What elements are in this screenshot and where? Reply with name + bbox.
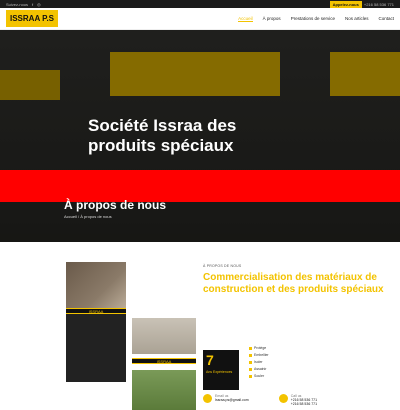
list-item: Souler xyxy=(249,374,269,378)
bullet-icon xyxy=(249,360,252,364)
nav-item-contact[interactable]: Contact xyxy=(378,16,394,22)
facebook-icon[interactable]: f xyxy=(32,2,33,7)
nav-item-accueil[interactable]: Accueil xyxy=(238,16,253,22)
list-item: Assainir xyxy=(249,367,269,371)
contact-row: Email us Issraa.ps@gmail.com Call us +21… xyxy=(203,394,393,406)
section-title: Commercialisation des matériaux de const… xyxy=(203,272,384,295)
nav-item-prestations[interactable]: Prestations de service xyxy=(291,16,335,22)
list-item: Protège xyxy=(249,346,269,350)
list-item: Embellier xyxy=(249,353,269,357)
features-list: Protège Embellier Isoler Assainir Souler xyxy=(249,346,269,381)
experience-years: 7 xyxy=(206,352,214,368)
bullet-icon xyxy=(249,367,252,371)
about-section: ISSRAA ISSRAA À PROPOS DE NOUS Commercia… xyxy=(0,242,400,410)
email-icon xyxy=(203,394,212,403)
email-value[interactable]: Issraa.ps@gmail.com xyxy=(215,398,249,402)
red-band xyxy=(0,170,400,202)
roof-roller-image xyxy=(66,314,126,382)
email-contact[interactable]: Email us Issraa.ps@gmail.com xyxy=(203,394,249,406)
phone-value[interactable]: +216 58 536 771 +216 58 536 771 xyxy=(291,398,317,406)
main-nav: Accueil À propos Prestations de service … xyxy=(238,16,394,22)
instagram-icon[interactable]: ◎ xyxy=(37,2,41,7)
about-images: ISSRAA ISSRAA xyxy=(66,262,196,410)
section-kicker: À PROPOS DE NOUS xyxy=(203,264,242,268)
list-item: Isoler xyxy=(249,360,269,364)
phone-number[interactable]: +216 58 536 771 xyxy=(364,2,394,7)
hero-title: Société Issraa des produits spéciaux xyxy=(88,116,237,155)
bullet-icon xyxy=(249,374,252,378)
nav-item-a-propos[interactable]: À propos xyxy=(263,16,281,22)
breadcrumb[interactable]: Accueil / À propos de nous xyxy=(64,214,112,219)
experience-box: 7 Ans Expériences xyxy=(203,350,239,390)
about-text: À PROPOS DE NOUS Commercialisation des m… xyxy=(203,264,393,406)
phone-contact[interactable]: Call us +216 58 536 771 +216 58 536 771 xyxy=(278,394,317,406)
bullet-icon xyxy=(249,353,252,357)
page-title: À propos de nous xyxy=(64,198,166,212)
garden-image xyxy=(132,370,196,410)
top-bar: Suivez-nous f ◎ Appelez-nous +216 58 536… xyxy=(0,0,400,8)
follow-us-text: Suivez-nous xyxy=(6,1,29,7)
membrane-image xyxy=(132,318,196,354)
worker-image xyxy=(66,262,126,312)
site-logo[interactable]: ISSRAA P.S xyxy=(6,10,59,27)
site-header: ISSRAA P.S Accueil À propos Prestations … xyxy=(0,8,400,30)
call-us-label: Appelez-nous xyxy=(332,1,359,7)
experience-label: Ans Expériences xyxy=(206,370,233,374)
phone-icon xyxy=(278,394,288,403)
brand-strip-2: ISSRAA xyxy=(132,358,196,364)
nav-item-nos-articles[interactable]: Nos articles xyxy=(345,16,369,22)
hero-section: Société Issraa des produits spéciaux À p… xyxy=(0,30,400,242)
call-us-badge[interactable]: Appelez-nous xyxy=(329,0,362,8)
bullet-icon xyxy=(249,346,252,350)
